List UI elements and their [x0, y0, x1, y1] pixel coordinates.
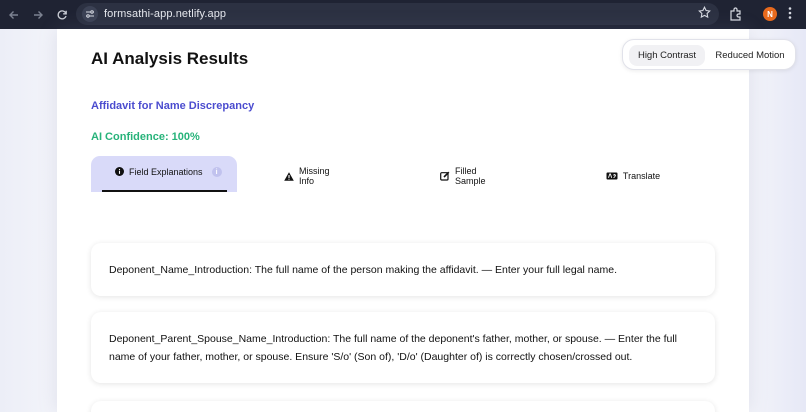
tab-translate[interactable]: Translate	[606, 156, 661, 192]
address-bar[interactable]: formsathi-app.netlify.app	[76, 3, 719, 25]
arrow-left-icon	[9, 10, 18, 19]
browser-toolbar: formsathi-app.netlify.app N	[0, 0, 806, 29]
tune-icon	[86, 10, 94, 18]
field-explanation-text: Deponent_Parent_Spouse_Name_Introduction…	[109, 332, 678, 363]
extensions-puzzle-icon[interactable]	[728, 6, 744, 22]
accessibility-toggles: High Contrast Reduced Motion	[622, 39, 796, 70]
site-info-button[interactable]	[82, 6, 98, 22]
forward-button[interactable]	[27, 4, 49, 26]
active-tab-indicator	[102, 190, 227, 192]
field-explanation-card	[91, 401, 715, 412]
form-name: Affidavit for Name Discrepancy	[91, 100, 255, 112]
page-title: AI Analysis Results	[91, 49, 249, 68]
reload-icon	[57, 9, 67, 19]
warning-icon	[284, 171, 294, 181]
tab-label: Field Explanations	[129, 167, 203, 177]
tab-label: Translate	[622, 171, 661, 181]
tab-filled-sample[interactable]: Filled Sample	[440, 156, 506, 192]
tab-field-explanations[interactable]: Field Explanations i	[91, 156, 237, 192]
high-contrast-button[interactable]: High Contrast	[629, 45, 705, 66]
info-icon	[115, 167, 124, 176]
field-explanation-card: Deponent_Parent_Spouse_Name_Introduction…	[91, 312, 715, 383]
info-tooltip-icon[interactable]: i	[211, 167, 222, 177]
tab-label: Missing Info	[299, 166, 330, 186]
reload-button[interactable]	[51, 4, 73, 26]
edit-icon	[440, 171, 450, 181]
back-button[interactable]	[3, 4, 25, 26]
result-tabs: Field Explanations i Missing Info Filled…	[91, 156, 713, 192]
field-explanation-text: Deponent_Name_Introduction: The full nam…	[109, 263, 617, 276]
more-vertical-icon[interactable]	[787, 6, 793, 24]
url-text: formsathi-app.netlify.app	[104, 8, 227, 20]
ai-confidence: AI Confidence: 100%	[91, 131, 200, 143]
reduced-motion-button[interactable]: Reduced Motion	[710, 45, 790, 66]
language-icon	[606, 172, 618, 180]
tab-label: Filled Sample	[455, 166, 486, 186]
bookmark-star-icon[interactable]	[698, 5, 711, 22]
profile-avatar[interactable]: N	[763, 7, 777, 21]
arrow-right-icon	[34, 10, 43, 19]
tab-missing-info[interactable]: Missing Info	[284, 156, 344, 192]
field-explanation-card: Deponent_Name_Introduction: The full nam…	[91, 243, 715, 296]
